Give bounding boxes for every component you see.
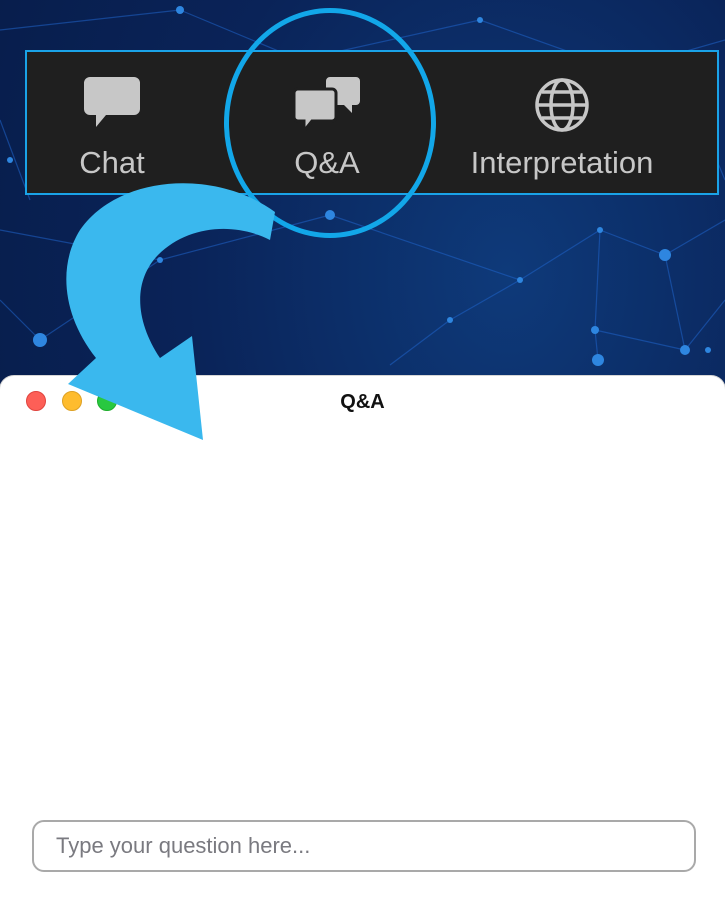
- qa-window: Q&A: [0, 376, 725, 913]
- toolbar-qa-label: Q&A: [294, 145, 360, 180]
- toolbar-chat-label: Chat: [79, 145, 145, 180]
- meeting-toolbar: Chat Q&A Interpretation: [25, 50, 719, 195]
- question-input[interactable]: [32, 820, 696, 872]
- qa-bubbles-icon: [292, 77, 360, 136]
- toolbar-interpretation-button[interactable]: Interpretation: [447, 52, 677, 193]
- toolbar-interpretation-label: Interpretation: [470, 145, 654, 180]
- toolbar-qa-button[interactable]: Q&A: [272, 52, 382, 193]
- window-title: Q&A: [340, 391, 385, 413]
- toolbar-chat-button[interactable]: Chat: [57, 52, 167, 193]
- chat-bubble-icon: [84, 77, 140, 134]
- window-titlebar: Q&A: [0, 376, 725, 428]
- globe-icon: [534, 77, 590, 138]
